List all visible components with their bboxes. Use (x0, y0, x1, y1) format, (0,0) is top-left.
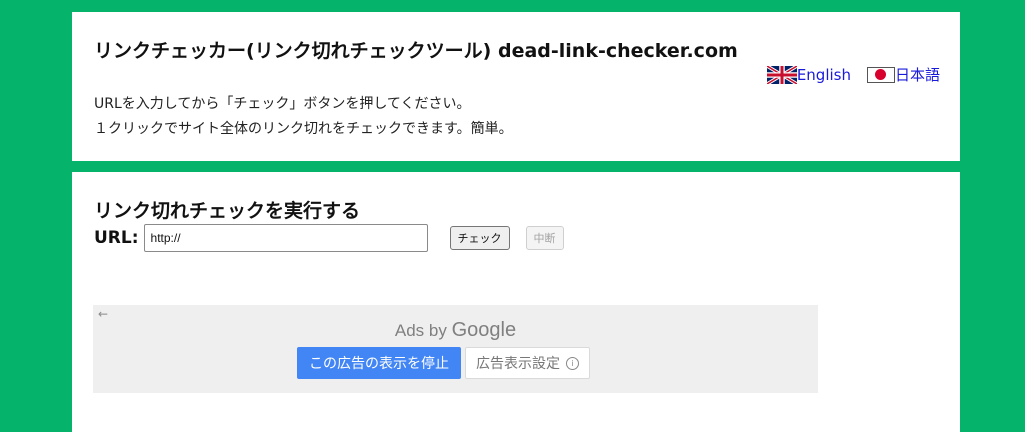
language-japanese-link[interactable]: 日本語 (866, 64, 940, 85)
check-button[interactable]: チェック (449, 226, 510, 250)
language-japanese-label: 日本語 (894, 66, 940, 84)
ad-feedback-box: ← Ads by Google この広告の表示を停止 広告表示設定 i (93, 305, 818, 393)
ad-settings-label: 広告表示設定 (476, 356, 560, 372)
japan-flag-icon (866, 66, 895, 83)
url-form: URL: チェック 中断 (94, 224, 564, 252)
ad-buttons: この広告の表示を停止 広告表示設定 i (297, 347, 590, 379)
google-brand: Google (451, 319, 517, 341)
site-title: リンクチェッカー(リンク切れチェックツール) dead-link-checker… (94, 40, 738, 62)
stop-button[interactable]: 中断 (525, 226, 564, 250)
ads-by-google: Ads by Google (93, 319, 818, 342)
intro-line: URLを入力してから「チェック」ボタンを押してください。 (94, 96, 471, 112)
stop-ad-button[interactable]: この広告の表示を停止 (297, 347, 461, 379)
header-card: リンクチェッカー(リンク切れチェックツール) dead-link-checker… (72, 12, 960, 161)
intro-line: １クリックでサイト全体のリンク切れをチェックできます。簡単。 (94, 121, 513, 137)
ad-settings-button[interactable]: 広告表示設定 i (465, 347, 590, 379)
language-english-label: English (796, 65, 851, 84)
language-switcher: English 日本語 (766, 64, 940, 85)
uk-flag-icon (766, 65, 797, 84)
url-input[interactable] (143, 224, 428, 252)
checker-card: リンク切れチェックを実行する URL: チェック 中断 ← Ads by Goo… (72, 172, 960, 432)
info-icon: i (566, 356, 579, 370)
url-label: URL: (94, 228, 139, 248)
language-english-link[interactable]: English (766, 65, 851, 84)
checker-title: リンク切れチェックを実行する (94, 200, 361, 222)
ads-by-label: Ads by (394, 321, 447, 340)
intro-text: URLを入力してから「チェック」ボタンを押してください。 １クリックでサイト全体… (94, 92, 513, 142)
